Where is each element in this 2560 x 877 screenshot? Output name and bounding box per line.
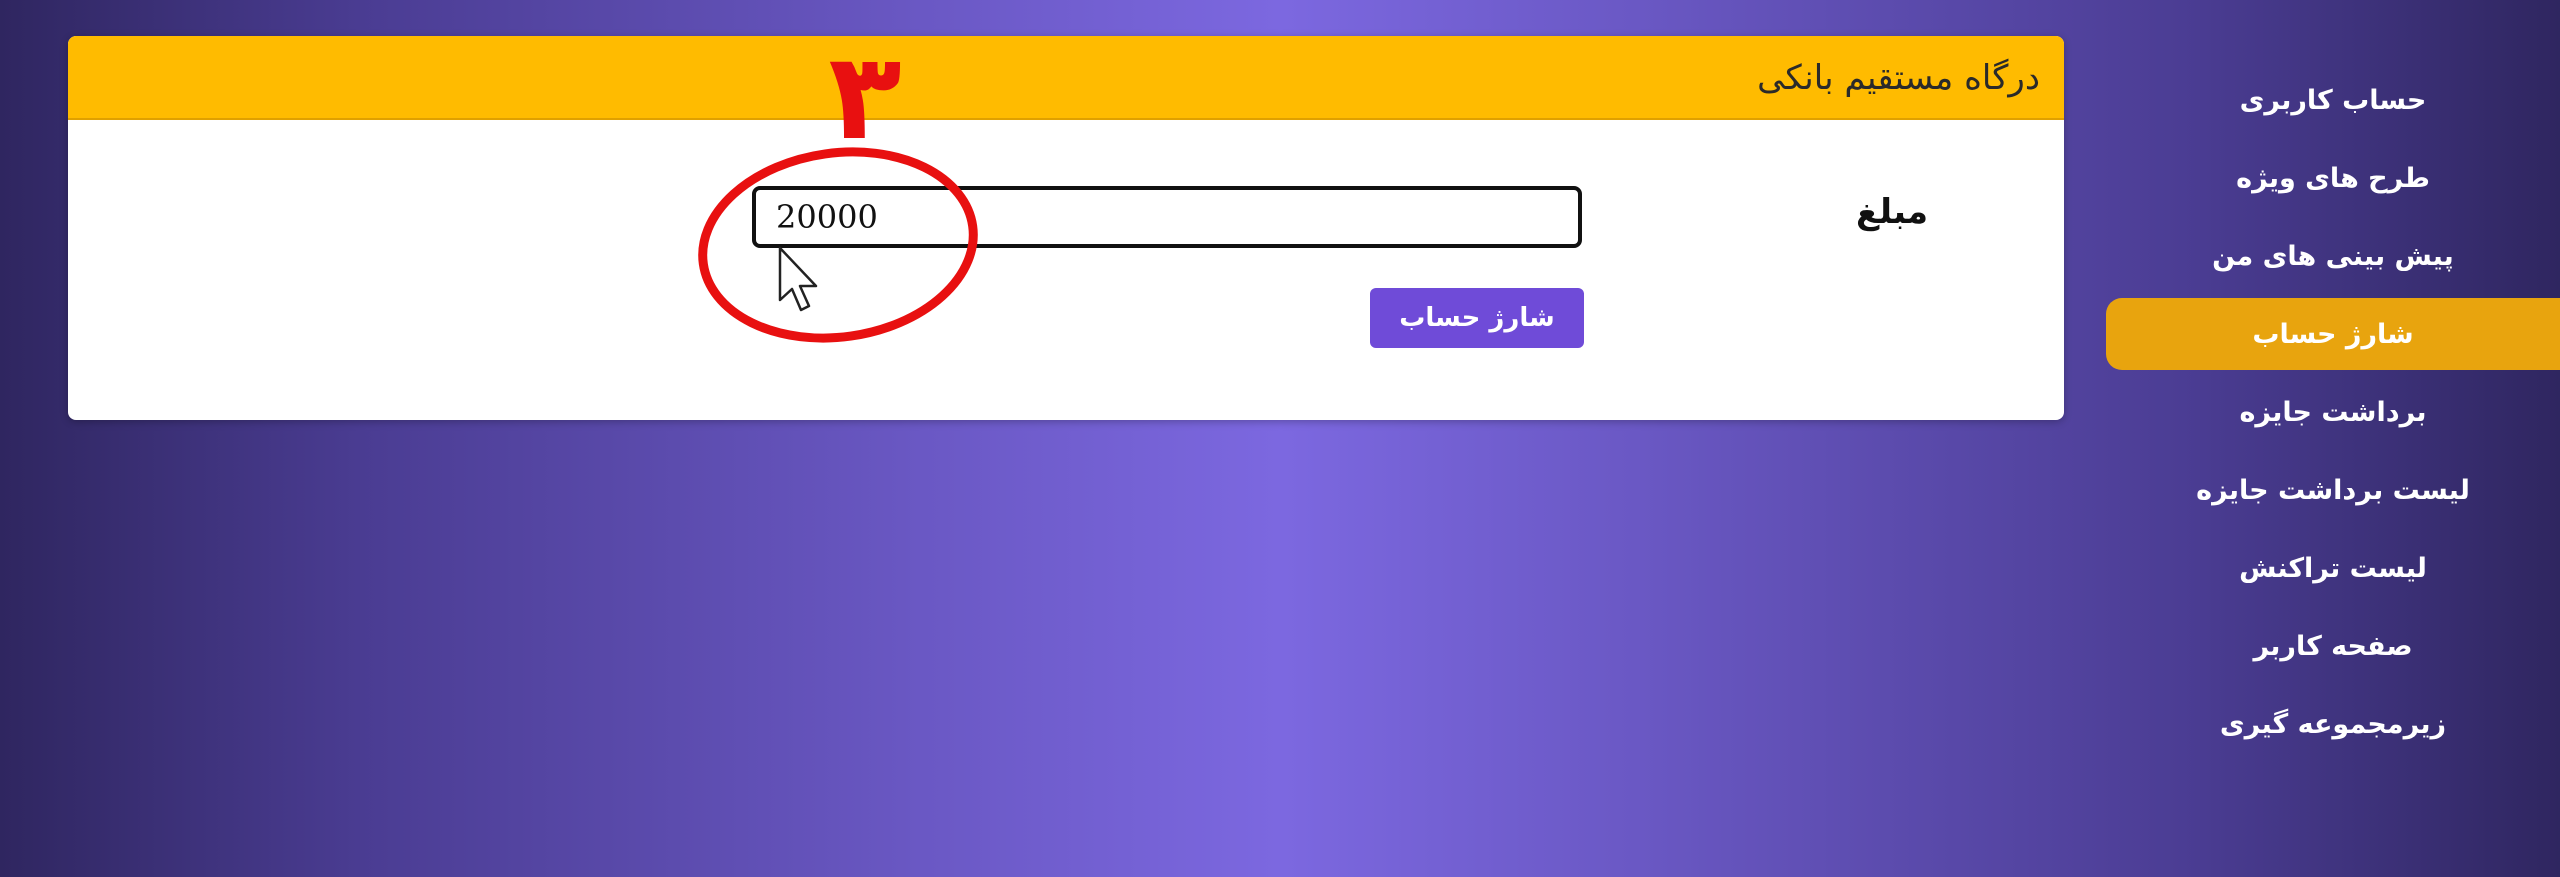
sidebar-item-charge-account[interactable]: شارژ حساب: [2106, 298, 2560, 370]
sidebar-item-label: برداشت جایزه: [2239, 396, 2427, 428]
sidebar-item-withdrawal-list[interactable]: لیست برداشت جایزه: [2106, 454, 2560, 526]
amount-input[interactable]: [752, 186, 1582, 248]
sidebar-item-label: لیست برداشت جایزه: [2196, 474, 2470, 506]
sidebar-item-label: پیش بینی های من: [2212, 240, 2454, 272]
sidebar-item-user-account[interactable]: حساب کاربری: [2106, 64, 2560, 136]
sidebar-item-my-predictions[interactable]: پیش بینی های من: [2106, 220, 2560, 292]
sidebar-item-label: لیست تراکنش: [2239, 552, 2427, 584]
sidebar-menu: حساب کاربری طرح های ویژه پیش بینی های من…: [2106, 64, 2560, 766]
sidebar-item-label: شارژ حساب: [2252, 318, 2414, 350]
charge-account-button[interactable]: شارژ حساب: [1370, 288, 1584, 348]
amount-label: مبلغ: [1856, 192, 1929, 232]
sidebar-item-special-plans[interactable]: طرح های ویژه: [2106, 142, 2560, 214]
sidebar-item-user-page[interactable]: صفحه کاربر: [2106, 610, 2560, 682]
panel-header: درگاه مستقیم بانکی: [68, 36, 2064, 120]
sidebar-item-label: صفحه کاربر: [2253, 630, 2413, 662]
sidebar-item-label: حساب کاربری: [2239, 84, 2427, 116]
sidebar-item-label: طرح های ویژه: [2236, 162, 2430, 194]
sidebar-item-referrals[interactable]: زیرمجموعه گیری: [2106, 688, 2560, 760]
sidebar-item-transaction-list[interactable]: لیست تراکنش: [2106, 532, 2560, 604]
sidebar-item-label: زیرمجموعه گیری: [2219, 708, 2447, 740]
panel-title: درگاه مستقیم بانکی: [1757, 58, 2040, 98]
sidebar-item-prize-withdrawal[interactable]: برداشت جایزه: [2106, 376, 2560, 448]
bank-gateway-panel: درگاه مستقیم بانکی مبلغ شارژ حساب: [68, 36, 2064, 420]
